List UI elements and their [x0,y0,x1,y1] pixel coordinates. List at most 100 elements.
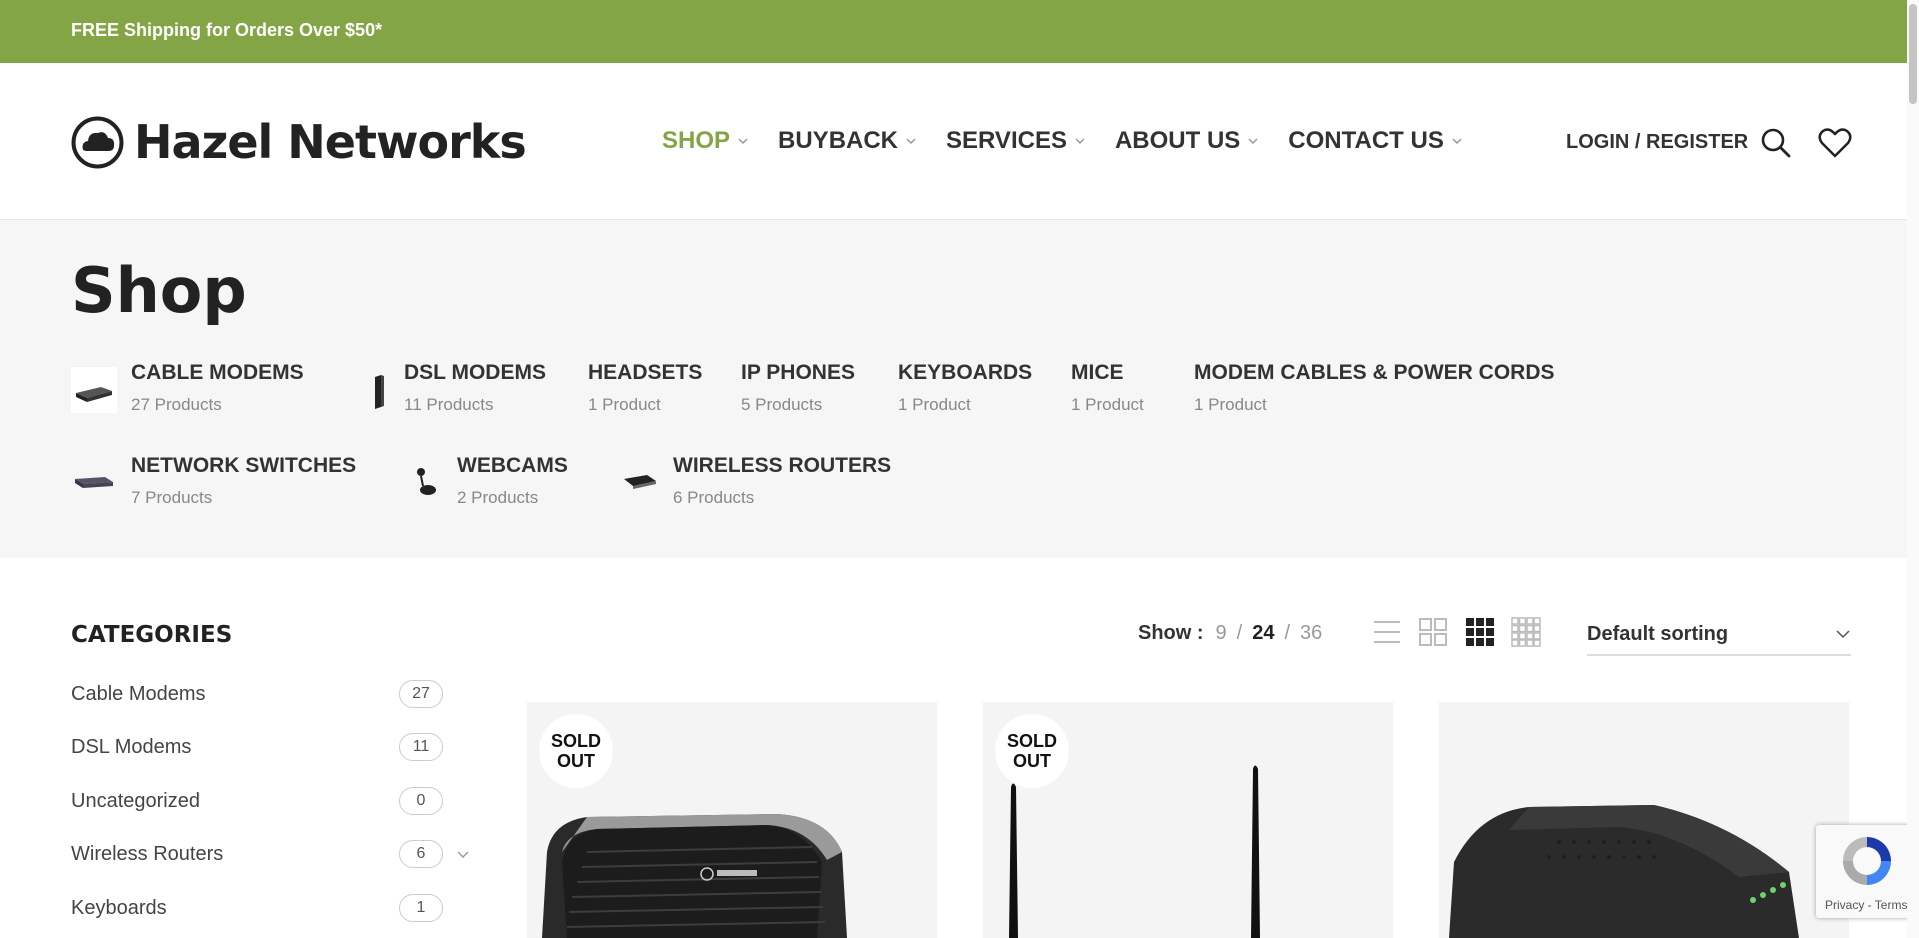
category-keyboards[interactable]: KEYBOARDS 1 Product [898,361,1032,415]
sidebar-item-count: 27 [399,680,443,708]
category-mice[interactable]: MICE 1 Product [1071,361,1144,415]
category-count: 1 Product [1071,395,1144,414]
cloud-logo-icon [71,116,124,168]
sidebar-item-dsl-modems[interactable]: DSL Modems 11 [71,731,471,763]
badge-text: SOLD [1006,731,1057,751]
sidebar-item-uncategorized[interactable]: Uncategorized 0 [71,785,471,817]
webcam-thumb-icon [411,460,443,506]
announcement-text: FREE Shipping for Orders Over $50* [71,20,383,40]
category-name: KEYBOARDS [898,361,1033,384]
products-per-page: Show : 9 / 24 / 36 [1138,622,1322,645]
chevron-down-icon[interactable] [456,847,470,861]
nav-buyback[interactable]: BUYBACK [778,127,916,155]
badge-text: SOLD [550,731,601,751]
cable-modem-thumb-icon [71,367,117,413]
chevron-down-icon [1836,630,1850,639]
show-separator: / [1284,622,1291,644]
sidebar-item-label: DSL Modems [71,735,192,758]
scrollbar-thumb[interactable] [1909,4,1917,104]
list-view-icon[interactable] [1372,617,1402,647]
badge-text: OUT [1013,751,1051,771]
category-count: 1 Product [1194,395,1267,414]
login-register-link[interactable]: LOGIN / REGISTER [1566,131,1748,154]
recaptcha-badge[interactable]: Privacy - Terms [1816,825,1919,918]
chevron-down-icon [1075,138,1085,145]
announcement-bar: FREE Shipping for Orders Over $50* [0,0,1919,63]
category-count: 27 Products [131,395,222,414]
sold-out-badge: SOLD OUT [539,714,613,788]
nav-shop[interactable]: SHOP [662,127,748,155]
nav-label: CONTACT US [1288,127,1444,154]
show-option-36[interactable]: 36 [1300,622,1322,645]
nav-label: SERVICES [946,127,1067,154]
category-name: NETWORK SWITCHES [131,454,357,477]
nav-label: ABOUT US [1114,127,1241,154]
sidebar-item-count: 1 [399,894,443,922]
network-switch-thumb-icon [71,460,117,506]
sorting-selected-value: Default sorting [1587,622,1729,645]
recaptcha-privacy-terms-link[interactable]: Privacy - Terms [1825,898,1907,912]
sidebar-item-label: Wireless Routers [71,842,224,865]
recaptcha-logo-icon [1843,837,1891,885]
category-count: 5 Products [741,395,823,414]
show-separator: / [1236,622,1243,644]
page-scrollbar[interactable] [1907,0,1919,938]
chevron-down-icon [906,138,916,145]
category-name: WIRELESS ROUTERS [673,454,892,477]
show-option-24[interactable]: 24 [1252,622,1274,645]
sidebar-item-label: Keyboards [71,896,167,919]
category-name: DSL MODEMS [404,361,546,384]
sorting-select[interactable]: Default sorting [1587,614,1851,656]
grid-2-icon[interactable] [1418,617,1448,647]
category-name: MICE [1071,361,1124,384]
sidebar-item-count: 6 [399,840,443,868]
product-card[interactable]: SOLD OUT [983,702,1393,938]
chevron-down-icon [1452,138,1462,145]
grid-3-icon[interactable] [1465,617,1495,647]
site-header: Hazel Networks SHOP BUYBACK SERVICES ABO… [0,63,1919,220]
category-name: IP PHONES [741,361,855,384]
logo-text: Hazel Networks [134,115,527,169]
search-icon[interactable] [1760,127,1792,159]
show-option-9[interactable]: 9 [1216,622,1227,645]
product-card[interactable] [1439,702,1849,938]
badge-text: OUT [557,751,595,771]
product-card[interactable]: SOLD OUT [527,702,937,938]
dsl-modem-thumb-icon [368,367,390,413]
category-modem-cables-power-cords[interactable]: MODEM CABLES & POWER CORDS 1 Product [1194,361,1555,415]
black-cable-modem-image [1449,805,1799,938]
category-cable-modems[interactable]: CABLE MODEMS 27 Products [71,361,304,415]
nav-label: BUYBACK [778,127,899,154]
nav-label: SHOP [662,127,731,154]
chevron-down-icon [738,138,748,145]
sidebar-item-cable-modems[interactable]: Cable Modems 27 [71,678,471,710]
grid-4-icon[interactable] [1511,617,1541,647]
nav-contact-us[interactable]: CONTACT US [1288,127,1462,155]
sidebar-item-wireless-routers[interactable]: Wireless Routers 6 [71,838,471,870]
nav-about-us[interactable]: ABOUT US [1115,127,1258,155]
category-wireless-routers[interactable]: WIRELESS ROUTERS 6 Products [621,454,891,508]
wishlist-heart-icon[interactable] [1818,127,1852,159]
category-count: 1 Product [588,395,661,414]
category-ip-phones[interactable]: IP PHONES 5 Products [741,361,855,415]
sidebar-item-label: Cable Modems [71,682,206,705]
category-headsets[interactable]: HEADSETS 1 Product [588,361,702,415]
category-webcams[interactable]: WEBCAMS 2 Products [411,454,568,508]
category-count: 2 Products [457,488,539,507]
category-name: HEADSETS [588,361,703,384]
category-name: WEBCAMS [457,454,568,477]
main-nav: SHOP BUYBACK SERVICES ABOUT US CONTACT U… [662,127,1492,155]
category-count: 11 Products [404,395,494,414]
sold-out-badge: SOLD OUT [995,714,1069,788]
category-dsl-modems[interactable]: DSL MODEMS 11 Products [368,361,546,415]
chevron-down-icon [1248,138,1258,145]
sidebar-categories-title: CATEGORIES [71,622,233,648]
sidebar-item-label: Uncategorized [71,789,200,812]
category-count: 1 Product [898,395,971,414]
category-network-switches[interactable]: NETWORK SWITCHES 7 Products [71,454,356,508]
sidebar-item-count: 11 [399,733,443,761]
nav-services[interactable]: SERVICES [946,127,1085,155]
site-logo[interactable]: Hazel Networks [71,115,527,169]
page-title: Shop [71,254,247,327]
sidebar-item-keyboards[interactable]: Keyboards 1 [71,892,471,924]
